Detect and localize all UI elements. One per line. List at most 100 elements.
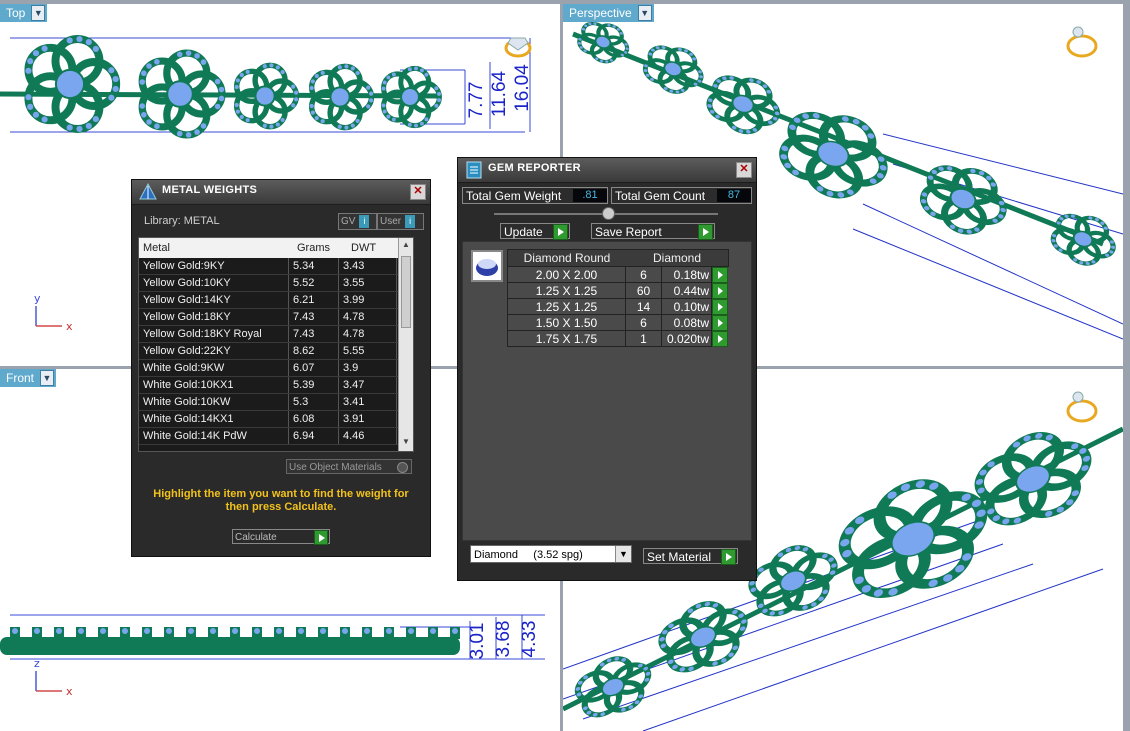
select-gem-row-button[interactable] (712, 267, 728, 283)
metal-name-cell: Yellow Gold:22KY (139, 343, 289, 359)
gem-table-header: Diamond Round Diamond (507, 249, 729, 267)
metal-name-cell: Yellow Gold:9KY (139, 258, 289, 274)
viewport-top-tab[interactable]: Top ▼ (0, 4, 48, 22)
ring-icon (1066, 26, 1098, 58)
metal-table-row[interactable]: White Gold:14K PdW 6.94 4.46 (139, 428, 413, 445)
metal-weights-titlebar[interactable]: METAL WEIGHTS ✕ (132, 180, 430, 205)
slider-knob[interactable] (602, 207, 615, 220)
select-gem-row-button[interactable] (712, 331, 728, 347)
metal-table-row[interactable]: Yellow Gold:14KY 6.21 3.99 (139, 292, 413, 309)
gv-toggle[interactable]: GV i (338, 213, 377, 230)
dwt-cell: 3.41 (339, 394, 397, 410)
viewport-top-label: Top (6, 6, 26, 20)
grams-cell: 7.43 (289, 326, 339, 342)
axis-gizmo: z x (34, 657, 73, 698)
select-gem-row-button[interactable] (712, 283, 728, 299)
total-gem-count-label: Total Gem Count (615, 189, 706, 203)
metal-table-row[interactable]: Yellow Gold:22KY 8.62 5.55 (139, 343, 413, 360)
dim-front-2: 3.68 (493, 621, 514, 658)
use-object-materials-label: Use Object Materials (289, 462, 382, 473)
metal-table-row[interactable]: White Gold:10KW 5.3 3.41 (139, 394, 413, 411)
gem-table-row[interactable]: 1.25 X 1.25 14 0.10tw (507, 299, 729, 315)
gem-size-cell: 1.75 X 1.75 (508, 331, 626, 347)
update-label: Update (504, 225, 543, 239)
close-icon[interactable]: ✕ (410, 184, 426, 200)
dwt-cell: 3.99 (339, 292, 397, 308)
select-gem-row-button[interactable] (712, 315, 728, 331)
use-object-materials-toggle[interactable]: Use Object Materials (286, 459, 412, 474)
metal-table-row[interactable]: White Gold:10KX1 5.39 3.47 (139, 377, 413, 394)
gem-count-cell: 14 (626, 299, 662, 315)
gem-reporter-titlebar[interactable]: GEM REPORTER ✕ (458, 158, 756, 183)
play-arrow-icon (698, 224, 713, 240)
dim-front-1: 3.01 (467, 623, 488, 660)
col-diamond[interactable]: Diamond (626, 250, 728, 266)
play-arrow-icon (553, 224, 568, 240)
grams-cell: 6.08 (289, 411, 339, 427)
play-arrow-icon (721, 549, 736, 565)
grams-cell: 5.52 (289, 275, 339, 291)
grams-cell: 6.07 (289, 360, 339, 376)
gem-table-row[interactable]: 1.25 X 1.25 60 0.44tw (507, 283, 729, 299)
user-label: User (380, 216, 402, 227)
gem-table-body: 2.00 X 2.00 6 0.18tw 1.25 X 1.25 60 0.44tw 1.2… (507, 267, 729, 347)
metal-table[interactable]: Metal Grams DWT Yellow Gold:9KY 5.34 3.43 Y… (138, 237, 414, 452)
viewport-perspective-tab[interactable]: Perspective ▼ (563, 4, 654, 22)
grams-cell: 5.3 (289, 394, 339, 410)
select-gem-row-button[interactable] (712, 299, 728, 315)
play-arrow-icon (314, 530, 328, 545)
gem-list-area[interactable]: Diamond Round Diamond 2.00 X 2.00 6 0.18tw… (462, 241, 752, 541)
col-metal[interactable]: Metal (139, 242, 293, 254)
total-gem-weight: Total Gem Weight .81 (462, 187, 608, 204)
axis-gizmo: y x (34, 292, 73, 333)
metal-table-row[interactable]: White Gold:9KW 6.07 3.9 (139, 360, 413, 377)
metal-table-row[interactable]: Yellow Gold:18KY 7.43 4.78 (139, 309, 413, 326)
size-slider[interactable] (494, 207, 718, 220)
metal-name-cell: White Gold:14K PdW (139, 428, 289, 444)
chevron-down-icon[interactable]: ▼ (615, 546, 631, 562)
gem-table-row[interactable]: 1.75 X 1.75 1 0.020tw (507, 331, 729, 347)
axis-y-label: y (34, 292, 41, 305)
close-icon[interactable]: ✕ (736, 162, 752, 178)
gem-weight-cell: 0.020tw (662, 331, 712, 347)
col-diamond-round[interactable]: Diamond Round (508, 250, 626, 266)
metal-name-cell: White Gold:10KW (139, 394, 289, 410)
gem-reporter-title: GEM REPORTER (488, 162, 581, 174)
set-material-button[interactable]: Set Material (643, 548, 738, 565)
gem-table-row[interactable]: 2.00 X 2.00 6 0.18tw (507, 267, 729, 283)
total-gem-weight-label: Total Gem Weight (466, 189, 562, 203)
metal-table-row[interactable]: Yellow Gold:10KY 5.52 3.55 (139, 275, 413, 292)
metal-table-scrollbar[interactable]: ▲ ▼ (398, 238, 413, 451)
chevron-down-icon[interactable]: ▼ (637, 5, 652, 21)
gem-table-row[interactable]: 1.50 X 1.50 6 0.08tw (507, 315, 729, 331)
col-grams[interactable]: Grams (293, 242, 347, 254)
chevron-down-icon[interactable]: ▼ (40, 370, 55, 386)
dwt-cell: 4.46 (339, 428, 397, 444)
gem-size-cell: 1.50 X 1.50 (508, 315, 626, 331)
gem-table: Diamond Round Diamond 2.00 X 2.00 6 0.18tw… (507, 249, 729, 347)
save-report-button[interactable]: Save Report (591, 223, 715, 240)
dwt-cell: 3.47 (339, 377, 397, 393)
viewport-front-tab[interactable]: Front ▼ (0, 369, 57, 387)
update-button[interactable]: Update (500, 223, 570, 240)
calculate-button[interactable]: Calculate (232, 529, 330, 545)
chevron-down-icon[interactable]: ▼ (31, 5, 46, 21)
scroll-down-icon[interactable]: ▼ (399, 437, 413, 451)
calculate-hint: Highlight the item you want to find the … (153, 488, 409, 513)
metal-name-cell: Yellow Gold:14KY (139, 292, 289, 308)
grams-cell: 7.43 (289, 309, 339, 325)
grams-cell: 8.62 (289, 343, 339, 359)
metal-table-row[interactable]: Yellow Gold:18KY Royal 7.43 4.78 (139, 326, 413, 343)
material-select[interactable]: Diamond (3.52 spg) ▼ (470, 545, 632, 563)
radio-icon[interactable] (397, 462, 408, 473)
round-diamond-icon[interactable] (471, 250, 503, 282)
save-report-label: Save Report (595, 225, 662, 239)
grams-cell: 6.94 (289, 428, 339, 444)
metal-table-header: Metal Grams DWT (139, 238, 413, 258)
metal-table-row[interactable]: White Gold:14KX1 6.08 3.91 (139, 411, 413, 428)
scrollbar-thumb[interactable] (401, 256, 411, 328)
user-toggle[interactable]: User i (377, 213, 424, 230)
total-gem-weight-value: .81 (573, 189, 607, 202)
metal-table-row[interactable]: Yellow Gold:9KY 5.34 3.43 (139, 258, 413, 275)
scroll-up-icon[interactable]: ▲ (399, 240, 413, 254)
